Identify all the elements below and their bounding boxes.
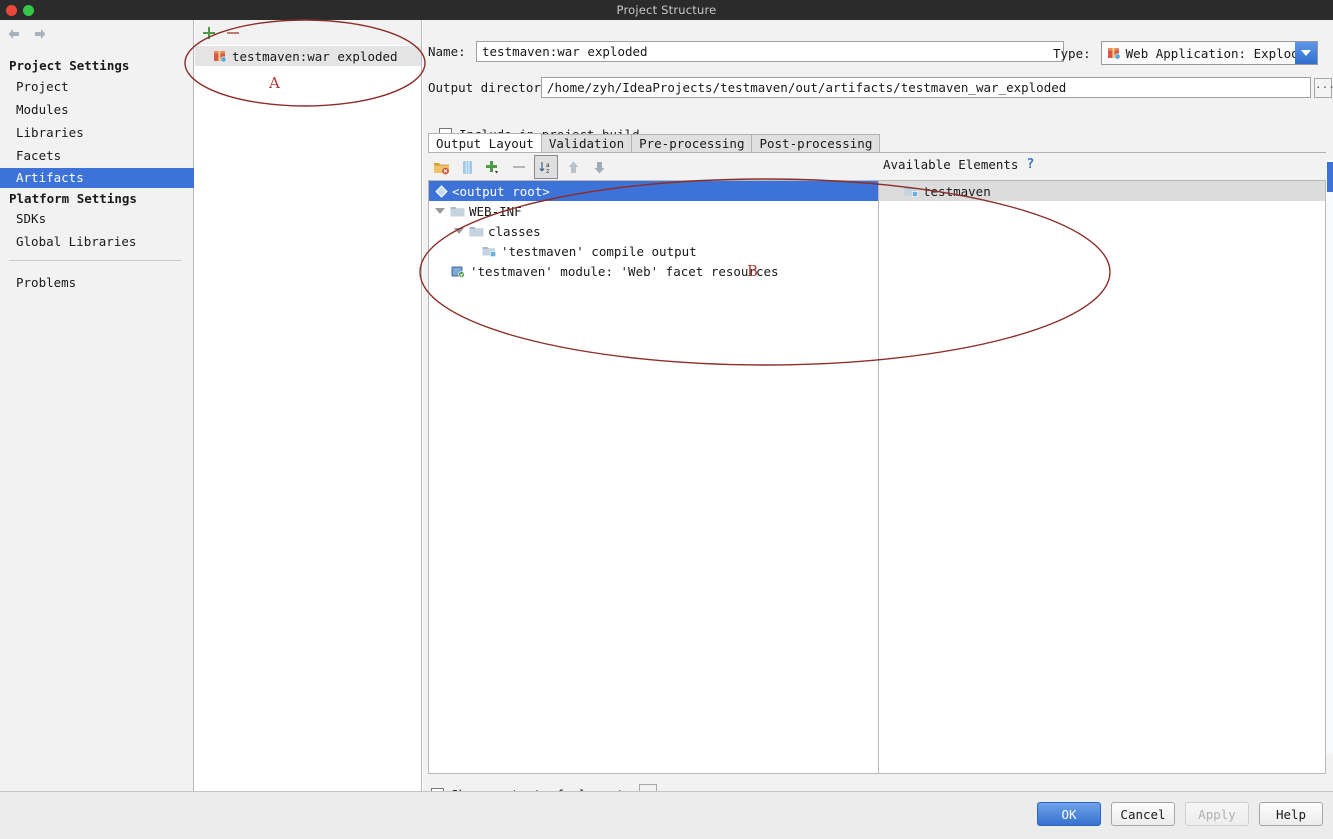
artifact-icon [214,51,227,63]
tree-row-label: 'testmaven' compile output [501,243,697,259]
question-mark-icon[interactable]: ? [1026,157,1034,172]
tree-row[interactable]: WEB-INF [429,201,883,221]
window-titlebar: Project Structure [0,0,1333,20]
output-root-icon [435,184,448,198]
svg-text:z: z [546,168,550,175]
tree-row[interactable]: 'testmaven' module: 'Web' facet resource… [429,261,883,281]
add-artifact-icon[interactable] [202,26,216,40]
tree-row-label: WEB-INF [469,203,522,219]
artifact-name-label: testmaven:war exploded [232,48,398,64]
tree-row[interactable]: <output root> [429,181,883,201]
tree-row[interactable]: classes [429,221,883,241]
sidebar-item-project[interactable]: Project [0,77,194,97]
close-button[interactable] [6,4,17,16]
right-scrollbar-thumb[interactable] [1327,162,1333,192]
folder-icon [450,206,465,216]
apply-button: Apply [1185,802,1249,826]
sidebar-item-artifacts[interactable]: Artifacts [0,168,194,188]
settings-sidebar: Project Settings Project Modules Librari… [0,20,194,791]
forward-arrow-icon[interactable] [32,26,48,42]
add-copy-of-icon[interactable] [480,156,506,178]
module-icon [904,186,918,197]
window-controls [6,0,34,20]
annotation-label-b: B [747,262,759,280]
list-item[interactable]: testmaven:war exploded [195,46,421,66]
sort-alphabetically-icon[interactable]: a z [534,155,558,179]
facet-resources-icon [451,266,465,278]
sidebar-item-problems[interactable]: Problems [0,273,194,293]
remove-icon [506,156,532,178]
sidebar-item-sdks[interactable]: SDKs [0,209,194,229]
artifact-details-panel: Name: Type: Web Application: Exploded Ou… [423,20,1333,804]
remove-artifact-icon[interactable] [226,26,240,40]
available-elements-label: Available Elements [883,157,1019,172]
output-directory-browse-button[interactable]: ... [1314,77,1333,98]
output-layout-toolbar: a z Available Elements ? [428,154,1326,180]
tree-row-label: 'testmaven' module: 'Web' facet resource… [470,263,779,279]
right-scrollbar-track[interactable] [1326,160,1333,754]
tree-row-label: classes [488,223,541,239]
sidebar-group-project-settings: Project Settings [9,58,130,73]
sidebar-item-global-libraries[interactable]: Global Libraries [0,232,194,252]
tree-row[interactable]: testmaven [879,181,1325,201]
help-button[interactable]: Help [1259,802,1323,826]
move-down-icon [586,156,612,178]
artifact-type-value: Web Application: Exploded [1125,45,1314,61]
sidebar-item-facets[interactable]: Facets [0,146,194,166]
available-elements-tree[interactable]: testmaven [878,180,1326,774]
tree-row-label: <output root> [452,183,550,199]
tab-pre-processing[interactable]: Pre-processing [631,134,753,153]
detail-tabs: Output Layout Validation Pre-processing … [428,133,881,153]
dialog-buttons: OK Cancel Apply Help [1037,802,1323,826]
tab-underline [428,152,1326,153]
type-field-row: Type: Web Application: Exploded [1053,41,1318,65]
output-directory-input[interactable] [541,77,1311,98]
sidebar-item-modules[interactable]: Modules [0,100,194,120]
chevron-down-icon[interactable] [1294,42,1317,64]
tree-row[interactable]: 'testmaven' compile output [429,241,883,261]
back-arrow-icon[interactable] [6,26,22,42]
sidebar-group-platform-settings: Platform Settings [9,191,137,206]
type-label: Type: [1053,45,1091,61]
module-output-icon [482,246,496,257]
sidebar-item-libraries[interactable]: Libraries [0,123,194,143]
create-directory-icon[interactable] [428,156,454,178]
window-title: Project Structure [616,3,717,17]
artifact-type-dropdown[interactable]: Web Application: Exploded [1100,41,1318,65]
dialog-footer: OK Cancel Apply Help [0,792,1333,839]
sidebar-divider [9,260,182,261]
output-layout-tree[interactable]: <output root> WEB-INF classes 'testmaven… [428,180,883,774]
chevron-down-icon[interactable] [435,208,445,214]
chevron-down-icon[interactable] [454,228,464,234]
annotation-label-a: A [269,74,280,92]
tree-row-label: testmaven [923,183,991,199]
tab-output-layout[interactable]: Output Layout [428,133,542,153]
artifact-name-input[interactable] [476,41,1064,62]
available-elements-header: Available Elements ? [883,157,1034,172]
tab-validation[interactable]: Validation [540,134,633,153]
artifact-list-panel: testmaven:war exploded [195,20,422,791]
sidebar-nav-arrows [6,26,48,42]
folder-icon [469,226,484,236]
web-application-icon [1107,48,1121,60]
move-up-icon [560,156,586,178]
zoom-button[interactable] [23,4,34,16]
output-directory-row: Output directory: ... [428,77,1333,98]
name-label: Name: [428,44,466,59]
output-directory-label: Output directory: [428,80,556,95]
name-field-row: Name: [428,41,1064,62]
ok-button[interactable]: OK [1037,802,1101,826]
tab-post-processing[interactable]: Post-processing [751,134,881,153]
create-archive-icon[interactable] [454,156,480,178]
artifact-list-toolbar [195,20,421,45]
cancel-button[interactable]: Cancel [1111,802,1175,826]
